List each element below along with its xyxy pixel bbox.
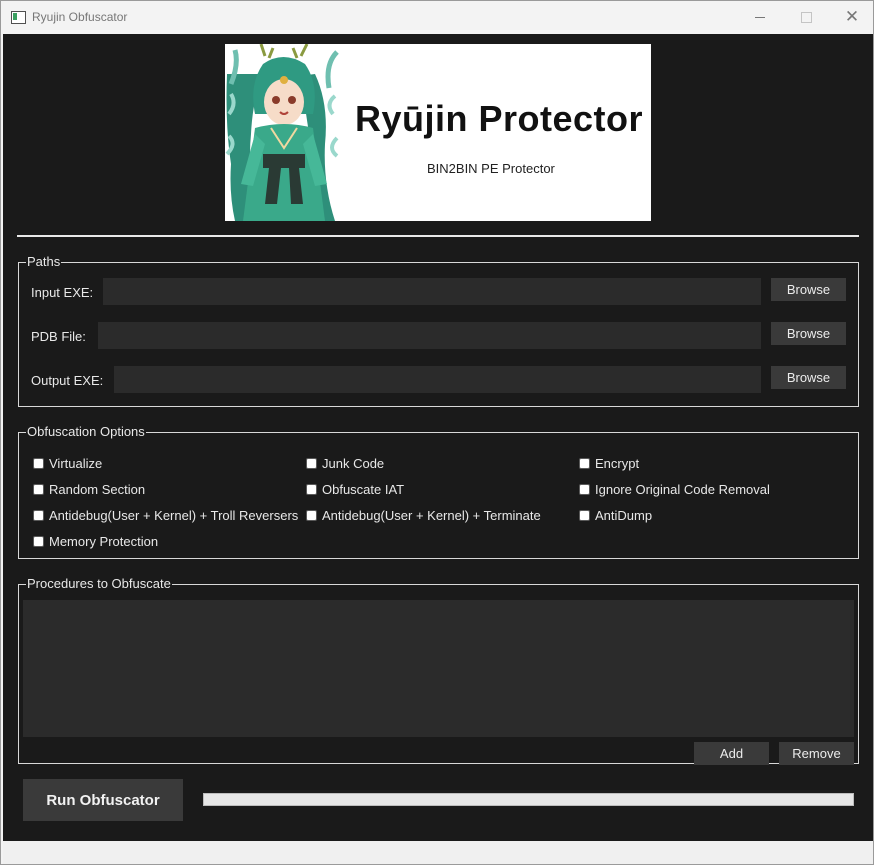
browse-pdb-button[interactable]: Browse [771, 322, 846, 345]
antidebug-troll-checkbox[interactable]: Antidebug(User + Kernel) + Troll Reverse… [33, 508, 298, 523]
input-exe-label: Input EXE: [31, 285, 94, 300]
app-window-icon [11, 11, 26, 24]
procedures-list[interactable] [23, 600, 854, 737]
browse-output-button[interactable]: Browse [771, 366, 846, 389]
checkbox-label: Memory Protection [49, 534, 159, 549]
virtualize-checkbox[interactable]: Virtualize [33, 456, 102, 471]
separator-line [17, 235, 859, 237]
pdb-file-label: PDB File: [31, 329, 86, 344]
paths-legend: Paths [27, 254, 61, 269]
checkbox-label: AntiDump [595, 508, 653, 523]
checkbox-box[interactable] [33, 510, 44, 521]
antidump-checkbox[interactable]: AntiDump [579, 508, 652, 523]
encrypt-checkbox[interactable]: Encrypt [579, 456, 639, 471]
browse-input-button[interactable]: Browse [771, 278, 846, 301]
checkbox-box[interactable] [579, 510, 590, 521]
checkbox-box[interactable] [306, 458, 317, 469]
close-icon: ✕ [844, 7, 860, 26]
run-obfuscator-button[interactable]: Run Obfuscator [23, 779, 183, 821]
output-exe-field[interactable] [114, 366, 761, 393]
minimize-icon [755, 16, 765, 18]
checkbox-box[interactable] [306, 484, 317, 495]
junk-code-checkbox[interactable]: Junk Code [306, 456, 384, 471]
app-window: Ryujin Obfuscator ✕ Ryūjin Protector BIN… [0, 0, 874, 865]
checkbox-label: Junk Code [322, 456, 385, 471]
checkbox-label: Random Section [49, 482, 146, 497]
banner-title: Ryūjin Protector [355, 98, 644, 139]
obfuscation-options-group: Obfuscation Options Virtualize Junk Code… [18, 425, 859, 559]
maximize-button[interactable] [783, 1, 829, 33]
procedures-legend: Procedures to Obfuscate [27, 576, 171, 591]
random-section-checkbox[interactable]: Random Section [33, 482, 145, 497]
checkbox-label: Antidebug(User + Kernel) + Terminate [322, 508, 541, 523]
window-title: Ryujin Obfuscator [32, 10, 128, 24]
maximize-icon [800, 11, 812, 23]
checkbox-box[interactable] [33, 536, 44, 547]
checkbox-label: Virtualize [49, 456, 103, 471]
paths-group: Paths Input EXE: Browse PDB File: Browse… [18, 255, 859, 407]
antidebug-terminate-checkbox[interactable]: Antidebug(User + Kernel) + Terminate [306, 508, 541, 523]
banner-subtitle: BIN2BIN PE Protector [427, 161, 555, 176]
main-panel: Ryūjin Protector BIN2BIN PE Protector Pa… [3, 34, 873, 841]
status-bar [3, 841, 873, 864]
checkbox-box[interactable] [306, 510, 317, 521]
obfuscation-options-legend: Obfuscation Options [27, 424, 145, 439]
add-procedure-button[interactable]: Add [694, 742, 769, 765]
checkbox-label: Obfuscate IAT [322, 482, 405, 497]
close-button[interactable]: ✕ [829, 1, 874, 33]
minimize-button[interactable] [737, 1, 783, 33]
memory-protection-checkbox[interactable]: Memory Protection [33, 534, 158, 549]
title-bar[interactable]: Ryujin Obfuscator ✕ [1, 1, 873, 33]
pdb-file-field[interactable] [98, 322, 761, 349]
input-exe-field[interactable] [103, 278, 761, 305]
banner: Ryūjin Protector BIN2BIN PE Protector [225, 44, 651, 221]
remove-procedure-button[interactable]: Remove [779, 742, 854, 765]
checkbox-box[interactable] [579, 484, 590, 495]
checkbox-label: Ignore Original Code Removal [595, 482, 770, 497]
checkbox-box[interactable] [33, 484, 44, 495]
checkbox-box[interactable] [33, 458, 44, 469]
ignore-original-code-removal-checkbox[interactable]: Ignore Original Code Removal [579, 482, 770, 497]
checkbox-label: Antidebug(User + Kernel) + Troll Reverse… [49, 508, 299, 523]
dragon-girl-illustration [225, 44, 343, 221]
obfuscate-iat-checkbox[interactable]: Obfuscate IAT [306, 482, 404, 497]
checkbox-box[interactable] [579, 458, 590, 469]
progress-bar [203, 793, 854, 806]
output-exe-label: Output EXE: [31, 373, 104, 388]
procedures-group: Procedures to Obfuscate Add Remove [18, 576, 859, 765]
checkbox-label: Encrypt [595, 456, 640, 471]
